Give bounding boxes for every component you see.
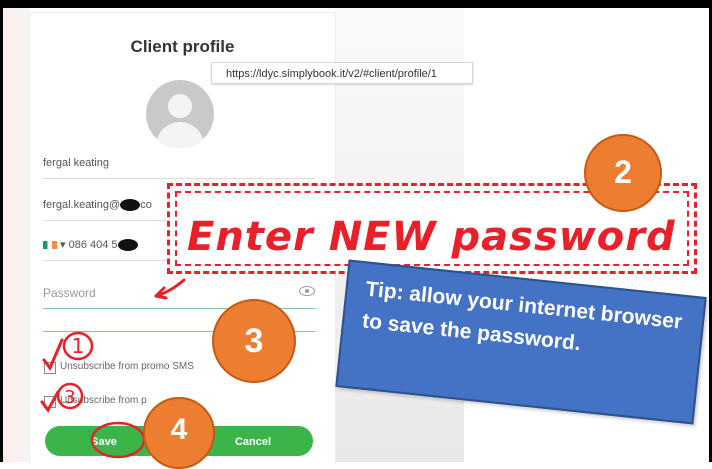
- step-2-badge: 2: [584, 134, 662, 212]
- hand-drawn-1: 1: [42, 331, 94, 371]
- background-left: [3, 8, 29, 462]
- user-avatar-icon: [146, 80, 214, 148]
- redaction-scribble: [120, 199, 141, 212]
- step-3-badge: 3: [212, 299, 296, 383]
- frame-top-border: [0, 0, 712, 8]
- email-suffix: co: [140, 199, 152, 211]
- name-field[interactable]: fergal keating: [43, 148, 315, 179]
- password-placeholder: Password: [43, 286, 96, 300]
- url-tooltip: https://ldyc.simplybook.it/v2/#client/pr…: [211, 62, 473, 84]
- enter-password-text: Enter NEW password: [187, 214, 676, 260]
- step-4-badge: 4: [143, 397, 215, 469]
- cancel-label: Cancel: [234, 436, 272, 448]
- panel-title: Client profile: [130, 37, 235, 56]
- name-value: fergal keating: [43, 157, 110, 169]
- hand-3-text: 3: [64, 387, 75, 408]
- hand-drawn-3: 3: [40, 382, 84, 413]
- red-arrow: [154, 278, 186, 300]
- eye-icon[interactable]: [299, 286, 315, 296]
- phone-value: ▾ 086 404 5: [60, 239, 118, 251]
- hand-1-text: 1: [72, 334, 85, 358]
- email-value: fergal.keating@: [43, 199, 121, 211]
- save-circle-scribble: [90, 421, 146, 459]
- redaction-scribble-phone: [117, 239, 138, 252]
- ireland-flag-icon: [43, 241, 57, 250]
